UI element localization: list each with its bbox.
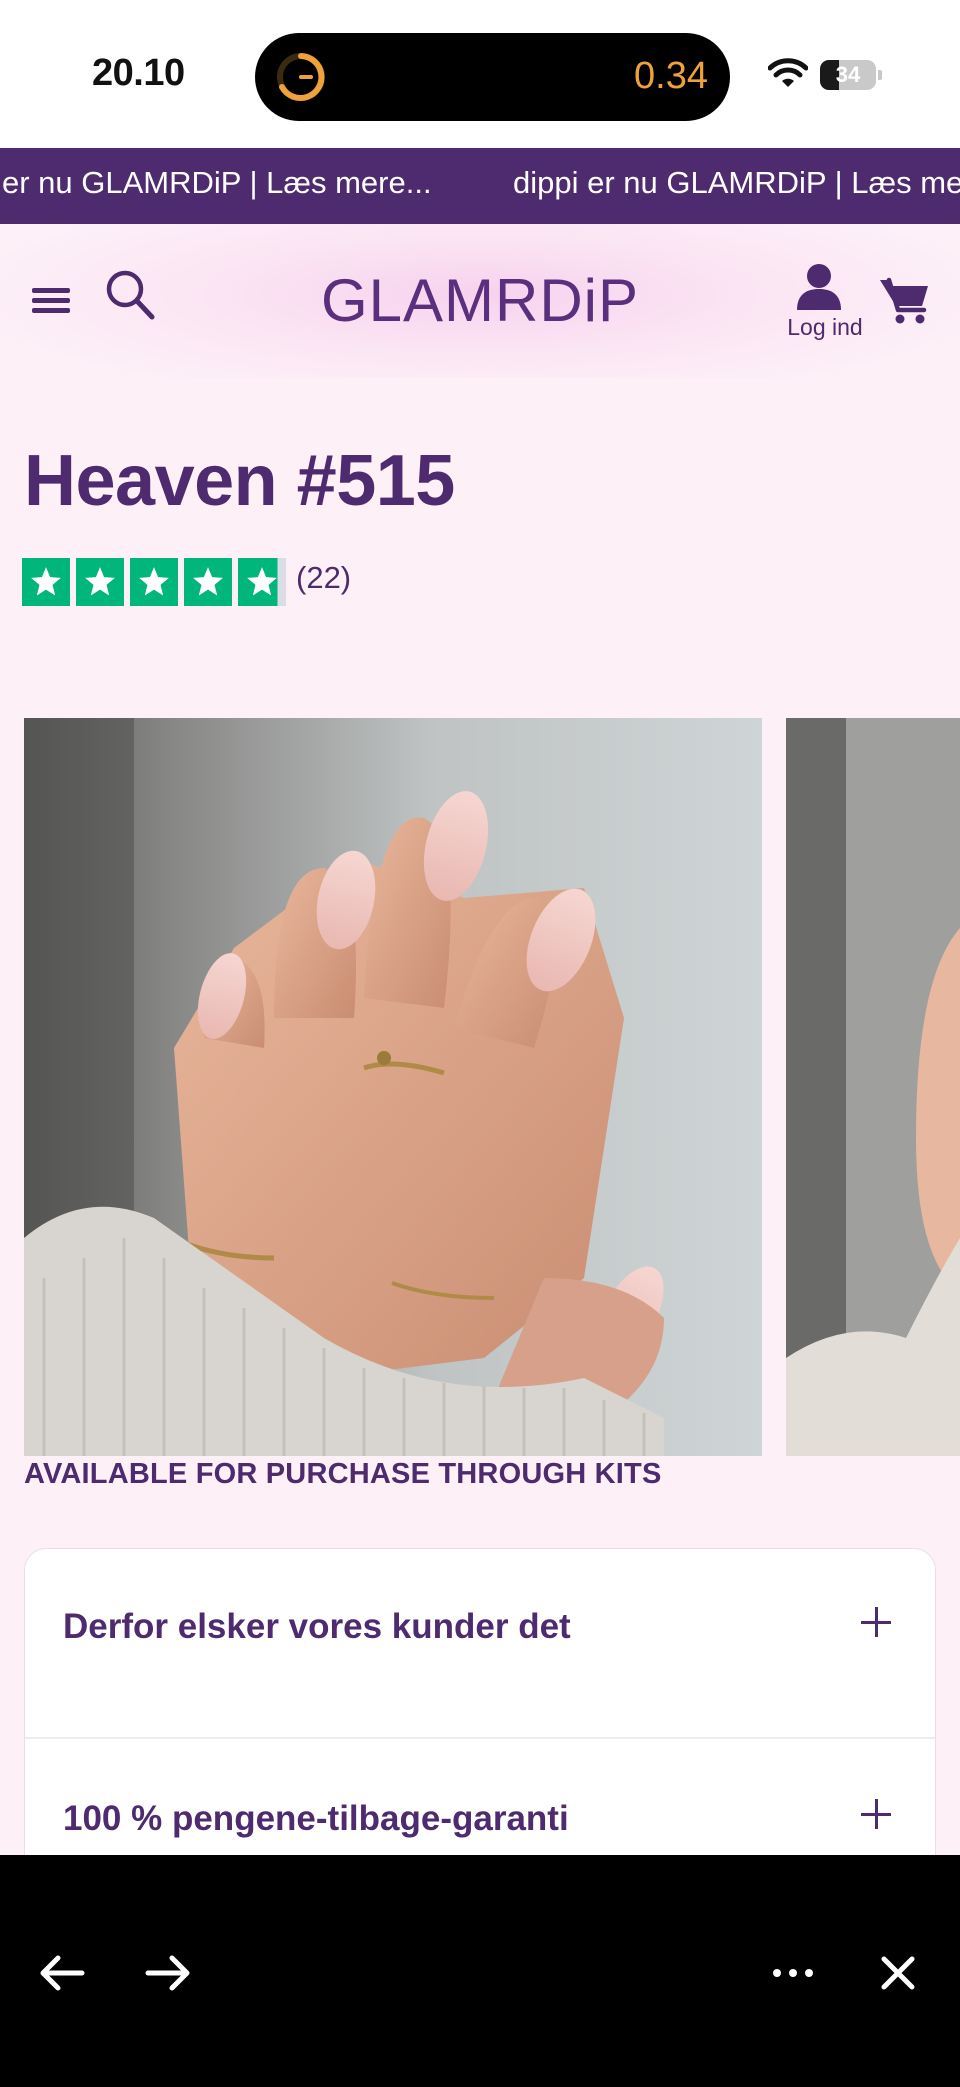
- announcement-bar[interactable]: er nu GLAMRDiP | Læs mere... dippi er nu…: [0, 148, 960, 224]
- login-label: Log ind: [787, 314, 863, 340]
- cart-icon[interactable]: [878, 276, 932, 326]
- timer-icon: [277, 53, 325, 101]
- product-image[interactable]: [24, 718, 762, 1456]
- hand-image-preview: [786, 718, 960, 1456]
- plus-icon[interactable]: [861, 1607, 893, 1639]
- dynamic-island[interactable]: 0.34: [255, 33, 730, 121]
- site-header: GLAMRDiP Log ind: [0, 224, 960, 378]
- close-icon[interactable]: [870, 1945, 926, 2001]
- product-title: Heaven #515: [24, 441, 455, 521]
- star-icon: [184, 558, 232, 606]
- user-icon: [797, 264, 841, 310]
- battery-percent: 34: [835, 62, 861, 87]
- battery-icon: 34: [820, 60, 882, 90]
- announcement-text[interactable]: er nu GLAMRDiP | Læs mere...: [2, 165, 432, 201]
- star-icon: [238, 558, 286, 606]
- product-gallery[interactable]: [24, 718, 960, 1456]
- accordion-item[interactable]: Derfor elsker vores kunder det: [25, 1549, 935, 1739]
- status-time: 20.10: [92, 52, 185, 94]
- star-icon: [76, 558, 124, 606]
- accordion-title: 100 % pengene-tilbage-garanti: [63, 1799, 569, 1838]
- login-link[interactable]: Log ind: [760, 262, 890, 362]
- status-bar: 20.10 0.34 34: [0, 0, 960, 148]
- availability-note: AVAILABLE FOR PURCHASE THROUGH KITS: [24, 1458, 662, 1490]
- back-arrow-icon[interactable]: [34, 1945, 90, 2001]
- browser-toolbar: [0, 1855, 960, 2087]
- review-count[interactable]: (22): [296, 560, 351, 596]
- plus-icon[interactable]: [861, 1799, 893, 1831]
- star-icon: [130, 558, 178, 606]
- star-rating[interactable]: [22, 558, 286, 606]
- announcement-text[interactable]: dippi er nu GLAMRDiP | Læs mere...: [513, 165, 960, 201]
- product-image-next[interactable]: [786, 718, 960, 1456]
- forward-arrow-icon[interactable]: [140, 1945, 196, 2001]
- accordion-title: Derfor elsker vores kunder det: [63, 1607, 571, 1646]
- hand-nails-image: [24, 718, 762, 1456]
- star-icon: [22, 558, 70, 606]
- wifi-icon: [768, 58, 808, 87]
- timer-value: 0.34: [634, 55, 708, 97]
- more-icon[interactable]: [765, 1945, 821, 2001]
